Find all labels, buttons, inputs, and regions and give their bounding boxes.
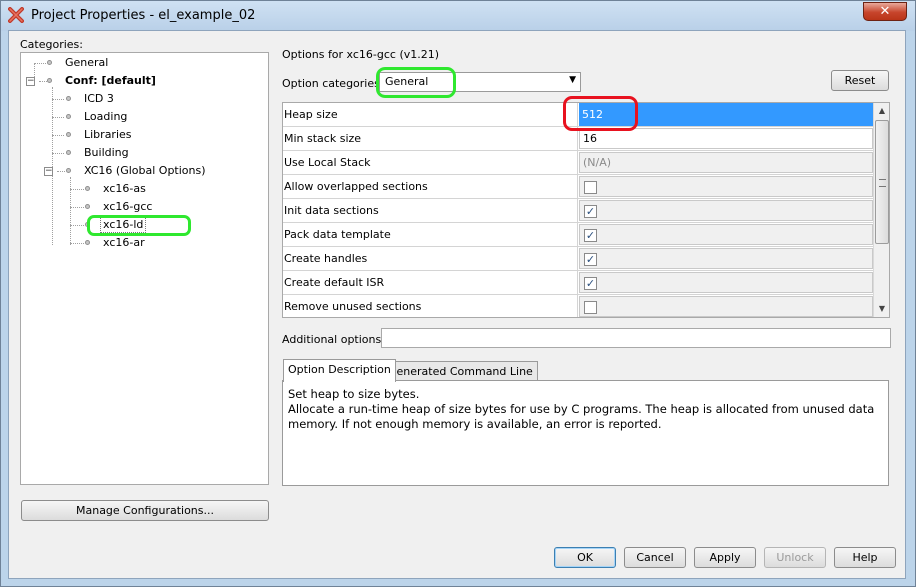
- property-name: Create default ISR: [283, 271, 578, 294]
- property-name: Min stack size: [283, 127, 578, 150]
- property-name: Create handles: [283, 247, 578, 270]
- property-name: Allow overlapped sections: [283, 175, 578, 198]
- reset-label: Reset: [844, 74, 876, 87]
- property-row-remove-unused[interactable]: Remove unused sections: [283, 295, 873, 317]
- property-name: Heap size: [283, 103, 578, 126]
- option-description-pane: Set heap to size bytes. Allocate a run-t…: [282, 380, 889, 486]
- manage-configurations-label: Manage Configurations...: [75, 504, 214, 517]
- tree-node-icon: [66, 150, 71, 155]
- apply-button[interactable]: Apply: [694, 547, 756, 568]
- property-value-cell: ✓: [579, 248, 873, 269]
- scrollbar-thumb[interactable]: [875, 120, 889, 244]
- collapse-toggle-icon[interactable]: −: [44, 167, 53, 176]
- remove-unused-checkbox[interactable]: [584, 301, 597, 314]
- tree-item-label: General: [65, 56, 109, 69]
- property-row-create-default-isr[interactable]: Create default ISR ✓: [283, 271, 873, 295]
- ok-label: OK: [577, 551, 593, 564]
- ok-button[interactable]: OK: [554, 547, 616, 568]
- min-stack-size-field[interactable]: 16: [579, 128, 873, 149]
- property-value-cell: [579, 176, 873, 197]
- pack-data-checkbox[interactable]: ✓: [584, 229, 597, 242]
- tree-item-label: ICD 3: [84, 92, 114, 105]
- property-name: Use Local Stack: [283, 151, 578, 174]
- property-row-use-local-stack[interactable]: Use Local Stack (N/A): [283, 151, 873, 175]
- tree-item-label: xc16-gcc: [103, 200, 153, 213]
- project-x-icon: [8, 7, 24, 23]
- property-value-cell: ✓: [579, 200, 873, 221]
- highlight-annotation: [563, 96, 638, 131]
- tab-label: Option Description: [288, 363, 391, 376]
- tree-node-icon: [66, 168, 71, 173]
- tree-node-icon: [85, 240, 90, 245]
- tree-item-label: xc16-ar: [103, 236, 145, 249]
- create-handles-checkbox[interactable]: ✓: [584, 253, 597, 266]
- close-button[interactable]: ✕: [863, 2, 907, 21]
- cancel-label: Cancel: [636, 551, 674, 564]
- help-button[interactable]: Help: [834, 547, 896, 568]
- option-categories-label: Option categories:: [282, 77, 384, 90]
- manage-configurations-button[interactable]: Manage Configurations...: [21, 500, 269, 521]
- tree-item-label: Conf: [default]: [65, 74, 156, 87]
- property-value-cell: [579, 296, 873, 317]
- description-line: Allocate a run-time heap of size bytes f…: [288, 402, 875, 431]
- highlight-annotation: [87, 215, 191, 236]
- property-name: Init data sections: [283, 199, 578, 222]
- tree-node-icon: [66, 132, 71, 137]
- unlock-button[interactable]: Unlock: [764, 547, 826, 568]
- options-property-grid[interactable]: Heap size 512 Min stack size 16 Use Loca…: [282, 102, 890, 318]
- tab-option-description[interactable]: Option Description: [283, 359, 396, 382]
- tree-node-icon: [47, 78, 52, 83]
- description-line: Set heap to size bytes.: [288, 387, 420, 401]
- tree-item-label: Building: [84, 146, 129, 159]
- collapse-toggle-icon[interactable]: −: [26, 77, 35, 86]
- apply-label: Apply: [709, 551, 741, 564]
- chevron-down-icon: ▼: [569, 75, 576, 85]
- property-row-create-handles[interactable]: Create handles ✓: [283, 247, 873, 271]
- property-row-init-data[interactable]: Init data sections ✓: [283, 199, 873, 223]
- tree-item-label: xc16-as: [103, 182, 146, 195]
- property-name: Remove unused sections: [283, 295, 578, 317]
- unlock-label: Unlock: [776, 551, 814, 564]
- property-value-cell: ✓: [579, 272, 873, 293]
- grip-icon: [879, 179, 886, 187]
- property-row-pack-data[interactable]: Pack data template ✓: [283, 223, 873, 247]
- property-value-cell: ✓: [579, 224, 873, 245]
- close-icon: ✕: [879, 4, 891, 19]
- tab-generated-command-line[interactable]: Generated Command Line: [383, 361, 538, 382]
- tree-item-label: XC16 (Global Options): [84, 164, 206, 177]
- categories-label: Categories:: [20, 38, 83, 51]
- scroll-down-icon[interactable]: ▼: [874, 301, 889, 317]
- cancel-button[interactable]: Cancel: [624, 547, 686, 568]
- tree-item-label: Libraries: [84, 128, 132, 141]
- property-row-allow-overlapped[interactable]: Allow overlapped sections: [283, 175, 873, 199]
- reset-button[interactable]: Reset: [831, 70, 889, 91]
- title-bar[interactable]: Project Properties - el_example_02 ✕: [1, 1, 915, 31]
- create-default-isr-checkbox[interactable]: ✓: [584, 277, 597, 290]
- scroll-up-icon[interactable]: ▲: [874, 103, 889, 119]
- allow-overlapped-checkbox[interactable]: [584, 181, 597, 194]
- options-header: Options for xc16-gcc (v1.21): [282, 48, 440, 61]
- tree-node-icon: [85, 186, 90, 191]
- option-description-text: Set heap to size bytes. Allocate a run-t…: [288, 387, 878, 432]
- use-local-stack-field: (N/A): [579, 152, 873, 173]
- help-label: Help: [852, 551, 878, 564]
- categories-tree[interactable]: General − Conf: [default] ICD 3 Loading …: [20, 52, 269, 485]
- highlight-annotation: [376, 67, 456, 98]
- tree-node-icon: [66, 114, 71, 119]
- init-data-checkbox[interactable]: ✓: [584, 205, 597, 218]
- window-title: Project Properties - el_example_02: [31, 8, 256, 23]
- tree-node-icon: [66, 96, 71, 101]
- grid-scrollbar[interactable]: ▲ ▼: [873, 103, 889, 317]
- tree-node-icon: [85, 204, 90, 209]
- tree-item-label: Loading: [84, 110, 128, 123]
- tree-node-icon: [47, 60, 52, 65]
- additional-options-input[interactable]: [381, 328, 891, 348]
- property-name: Pack data template: [283, 223, 578, 246]
- additional-options-label: Additional options:: [282, 333, 385, 346]
- tab-label: Generated Command Line: [388, 365, 533, 378]
